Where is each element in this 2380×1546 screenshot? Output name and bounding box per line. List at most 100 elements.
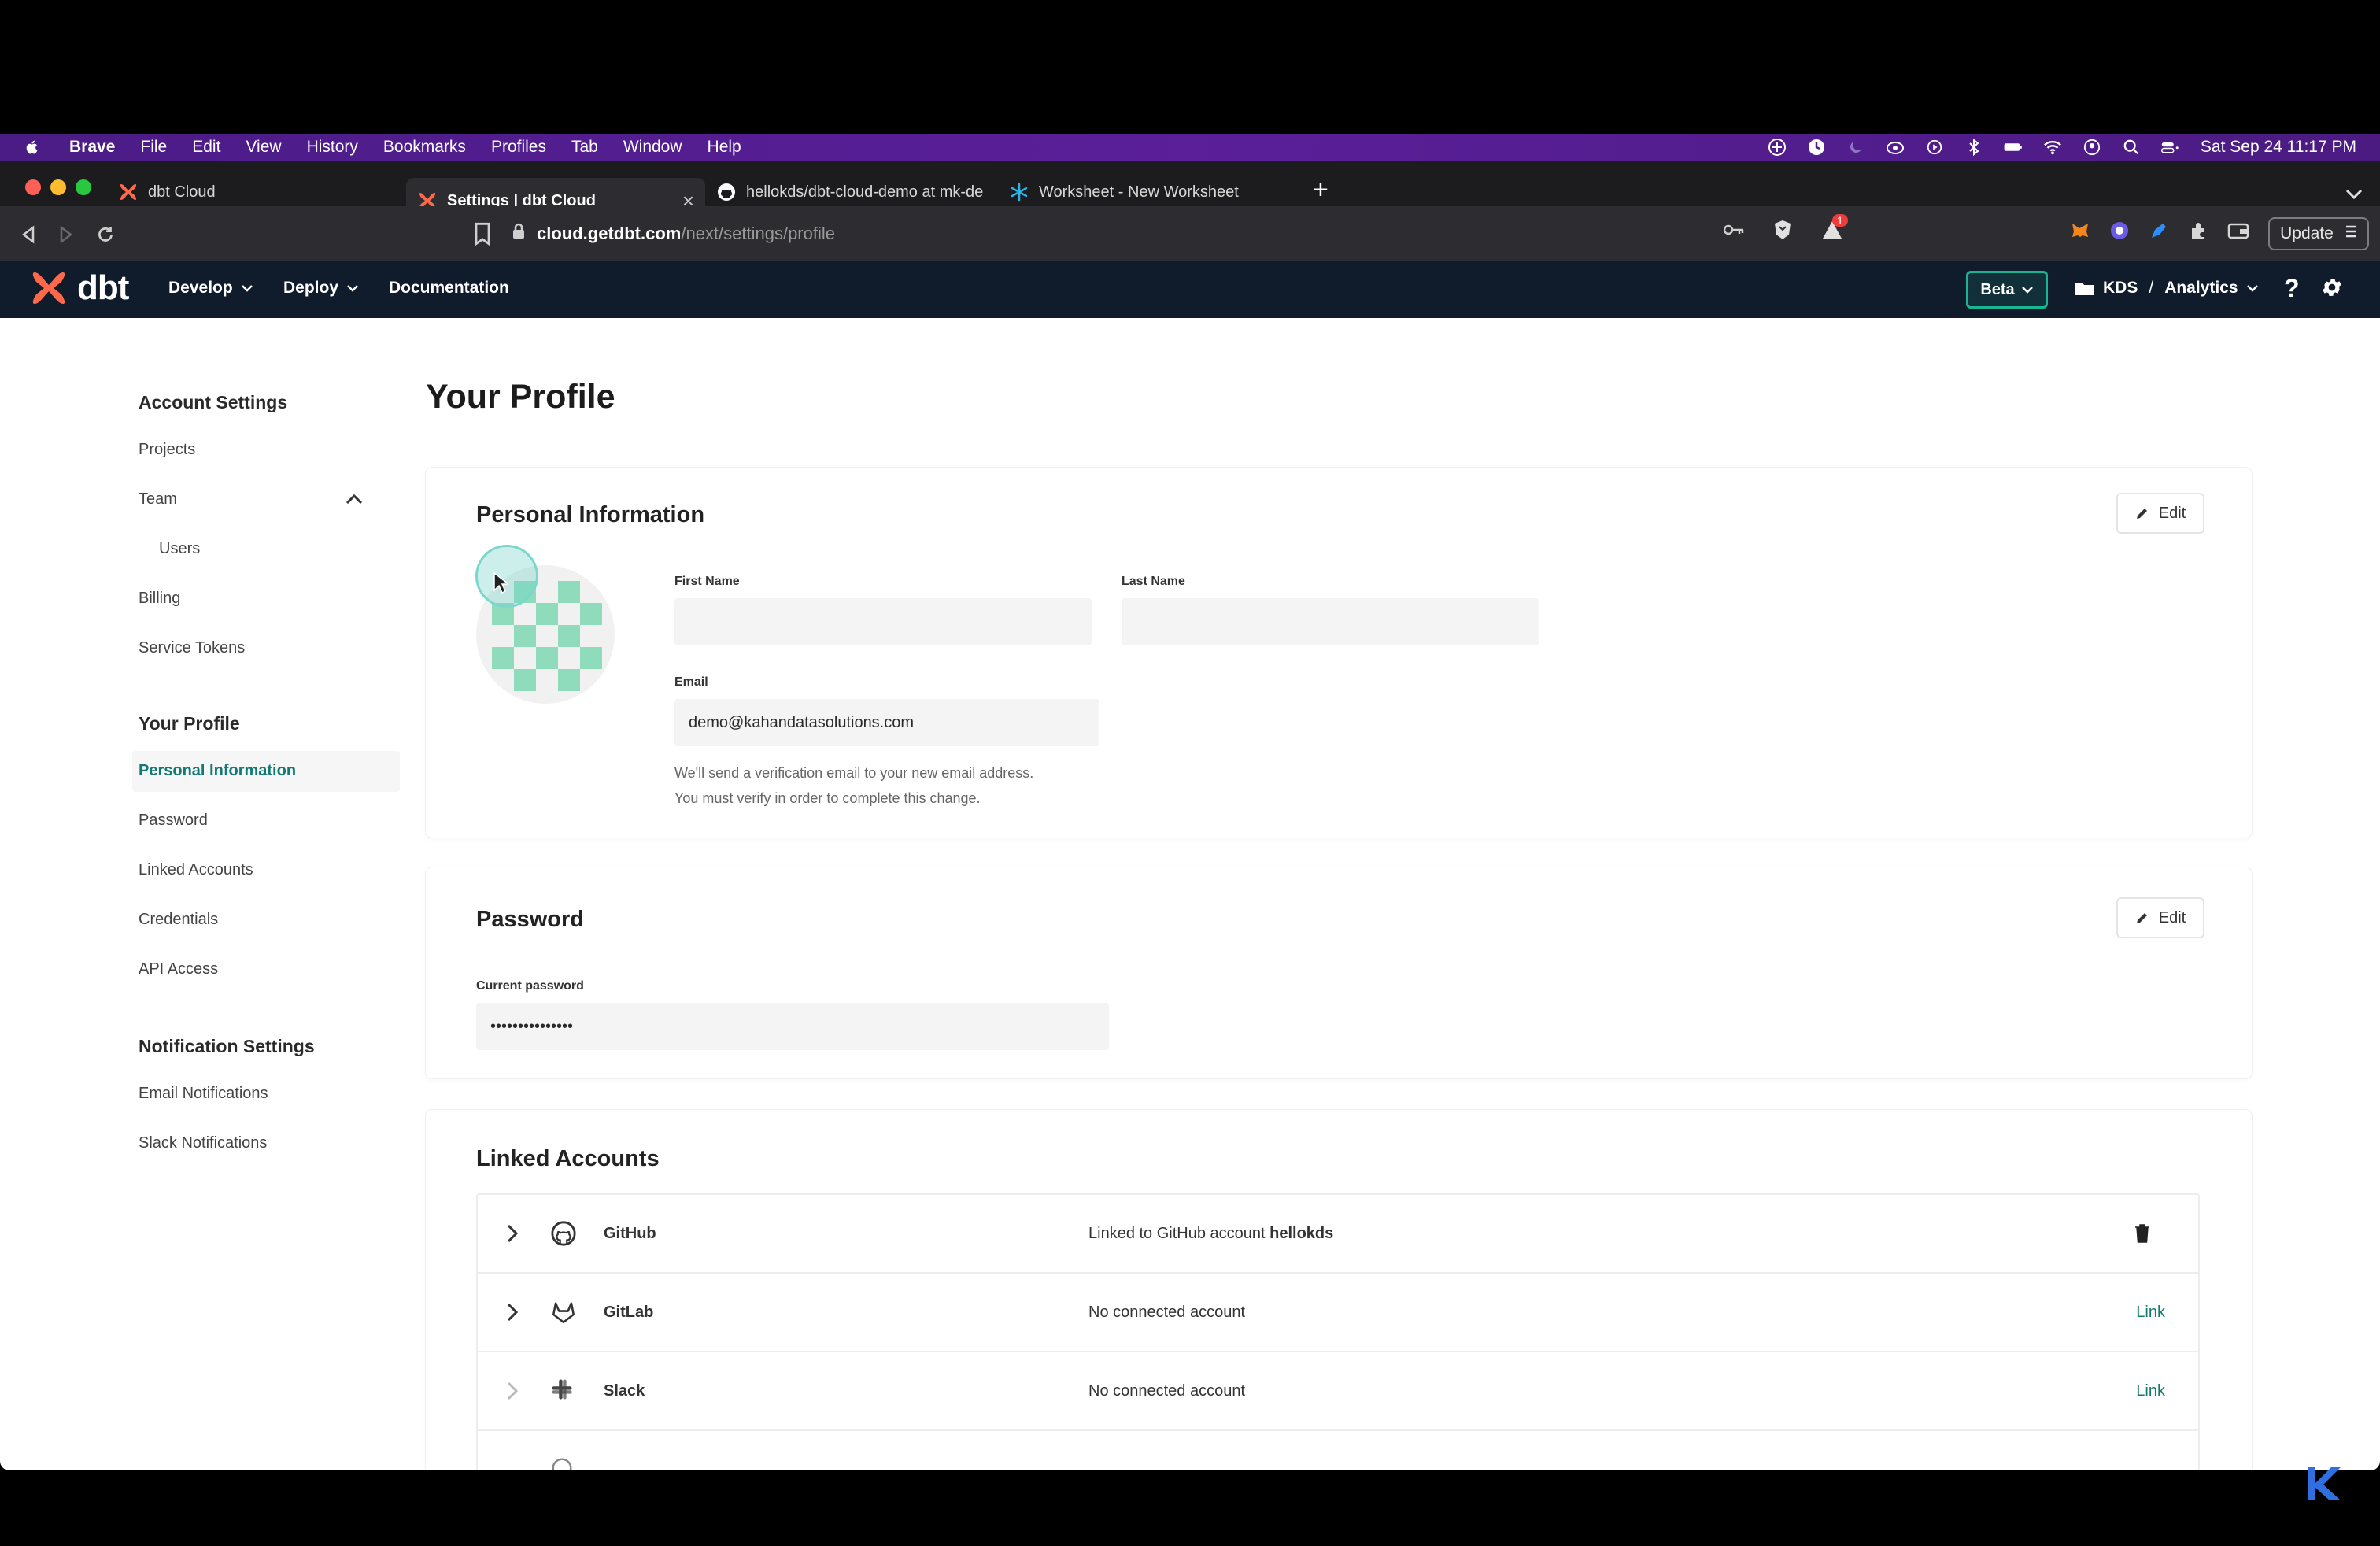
edit-password-button[interactable]: Edit (2116, 897, 2204, 938)
extensions-puzzle-icon[interactable] (2188, 220, 2208, 245)
nav-deploy[interactable]: Deploy (283, 279, 359, 298)
minimize-window-button[interactable] (50, 179, 66, 195)
first-name-label: First Name (674, 575, 740, 588)
extension-circle-icon[interactable] (2109, 220, 2130, 245)
forward-button[interactable] (54, 222, 79, 247)
sidebar-item-projects[interactable]: Projects (139, 441, 195, 459)
menu-window[interactable]: Window (623, 138, 682, 157)
creative-cloud-icon[interactable] (1886, 138, 1905, 157)
nav-develop-label: Develop (168, 279, 233, 297)
tab-title: dbt Cloud (148, 183, 216, 201)
sidebar-item-email-notifications[interactable]: Email Notifications (139, 1085, 268, 1103)
help-icon[interactable]: ? (2284, 274, 2300, 303)
dbt-logo-icon (118, 182, 139, 202)
url-path: /next/settings/profile (681, 224, 835, 243)
chevron-up-icon[interactable] (345, 493, 364, 505)
edit-label: Edit (2158, 908, 2186, 926)
link-gitlab-button[interactable]: Link (2136, 1304, 2165, 1322)
sidebar-item-api-access[interactable]: API Access (139, 960, 218, 978)
linked-accounts-card: Linked Accounts GitHub Linked to GitHub … (426, 1110, 2252, 1470)
chevron-right-icon[interactable] (506, 1302, 519, 1322)
user-status-icon[interactable] (2082, 138, 2101, 157)
email-field[interactable] (674, 699, 1099, 746)
beta-toggle-button[interactable]: Beta (1966, 271, 2048, 309)
last-name-input[interactable] (1122, 598, 1539, 645)
gear-icon[interactable] (2320, 276, 2344, 303)
linked-account-row-slack[interactable]: Slack No connected account Link (478, 1352, 2198, 1431)
sidebar-item-service-tokens[interactable]: Service Tokens (139, 639, 245, 657)
dbt-logo[interactable]: dbt (28, 268, 129, 309)
password-card: Password Edit Current password (426, 867, 2252, 1078)
project-selector[interactable]: KDS / Analytics (2075, 279, 2259, 298)
extension-pen-icon[interactable] (2149, 220, 2169, 245)
wifi-icon[interactable] (2043, 138, 2062, 157)
metamask-icon[interactable] (2070, 220, 2090, 245)
nav-develop[interactable]: Develop (168, 279, 253, 298)
menu-bookmarks[interactable]: Bookmarks (383, 138, 466, 157)
brave-rewards-icon[interactable]: 1 (1821, 214, 1848, 245)
menu-tab[interactable]: Tab (571, 138, 598, 157)
moon-icon[interactable] (1846, 138, 1865, 157)
sidebar-item-password[interactable]: Password (139, 812, 208, 830)
chevron-right-icon[interactable] (506, 1223, 519, 1244)
email-label: Email (674, 675, 708, 689)
current-password-field[interactable] (476, 1003, 1109, 1050)
sidebar-item-personal-information[interactable]: Personal Information (139, 762, 296, 780)
menu-app-name[interactable]: Brave (69, 138, 115, 157)
menu-profiles[interactable]: Profiles (491, 138, 546, 157)
menubar-clock[interactable]: Sat Sep 24 11:17 PM (2201, 138, 2356, 157)
window-controls (25, 179, 91, 195)
browser-update-button[interactable]: Update (2268, 217, 2369, 250)
linked-accounts-title: Linked Accounts (476, 1146, 660, 1171)
wallet-icon[interactable] (2227, 221, 2249, 244)
nav-documentation[interactable]: Documentation (389, 279, 509, 298)
nav-documentation-label: Documentation (389, 279, 509, 297)
linked-account-row-github[interactable]: GitHub Linked to GitHub account hellokds (478, 1195, 2198, 1274)
url-bar[interactable]: cloud.getdbt.com /next/settings/profile (512, 216, 1842, 252)
menu-file[interactable]: File (140, 138, 167, 157)
sidebar-item-users[interactable]: Users (159, 540, 200, 558)
folder-icon (2075, 283, 2094, 295)
menu-edit[interactable]: Edit (192, 138, 220, 157)
url-actions: 1 (1723, 214, 1848, 245)
play-circle-icon[interactable] (1925, 138, 1944, 157)
github-icon (551, 1221, 576, 1246)
last-name-label: Last Name (1122, 575, 1185, 588)
hamburger-menu-icon (2345, 224, 2357, 243)
trash-icon[interactable] (2134, 1223, 2151, 1244)
linked-account-row-gitlab[interactable]: GitLab No connected account Link (478, 1274, 2198, 1352)
bluetooth-icon[interactable] (1964, 138, 1983, 157)
sidebar-item-team[interactable]: Team (139, 490, 177, 509)
tab-list-chevron-icon[interactable] (2345, 184, 2363, 205)
menu-history[interactable]: History (307, 138, 358, 157)
sidebar-item-billing[interactable]: Billing (139, 590, 180, 608)
brave-shields-icon[interactable] (1772, 219, 1793, 245)
tab-title: hellokds/dbt-cloud-demo at mk-de (746, 183, 984, 201)
status-app-icon[interactable] (1768, 138, 1787, 157)
apple-icon[interactable] (24, 139, 41, 156)
personal-information-title: Personal Information (476, 502, 705, 527)
key-icon[interactable] (1723, 224, 1744, 240)
bookmark-icon[interactable] (472, 222, 493, 246)
close-window-button[interactable] (25, 179, 41, 195)
link-status-text: Linked to GitHub account (1088, 1225, 1270, 1242)
link-slack-button[interactable]: Link (2136, 1382, 2165, 1400)
chevron-right-icon[interactable] (506, 1381, 519, 1401)
edit-personal-info-button[interactable]: Edit (2116, 493, 2204, 534)
menu-help[interactable]: Help (708, 138, 741, 157)
spotlight-search-icon[interactable] (2122, 138, 2141, 157)
extension-icons (2070, 220, 2249, 245)
new-tab-button[interactable]: + (1313, 176, 1329, 203)
reload-button[interactable] (93, 222, 118, 247)
clock-status-icon[interactable] (1807, 138, 1826, 157)
back-button[interactable] (16, 222, 41, 247)
zoom-window-button[interactable] (76, 179, 91, 195)
sidebar-item-linked-accounts[interactable]: Linked Accounts (139, 861, 253, 879)
control-center-icon[interactable] (2160, 138, 2180, 157)
menu-view[interactable]: View (246, 138, 281, 157)
battery-icon[interactable] (2004, 138, 2023, 157)
first-name-input[interactable] (674, 598, 1092, 645)
sidebar-item-credentials[interactable]: Credentials (139, 911, 218, 929)
linked-account-row-partial[interactable] (478, 1431, 2198, 1470)
sidebar-item-slack-notifications[interactable]: Slack Notifications (139, 1134, 267, 1152)
